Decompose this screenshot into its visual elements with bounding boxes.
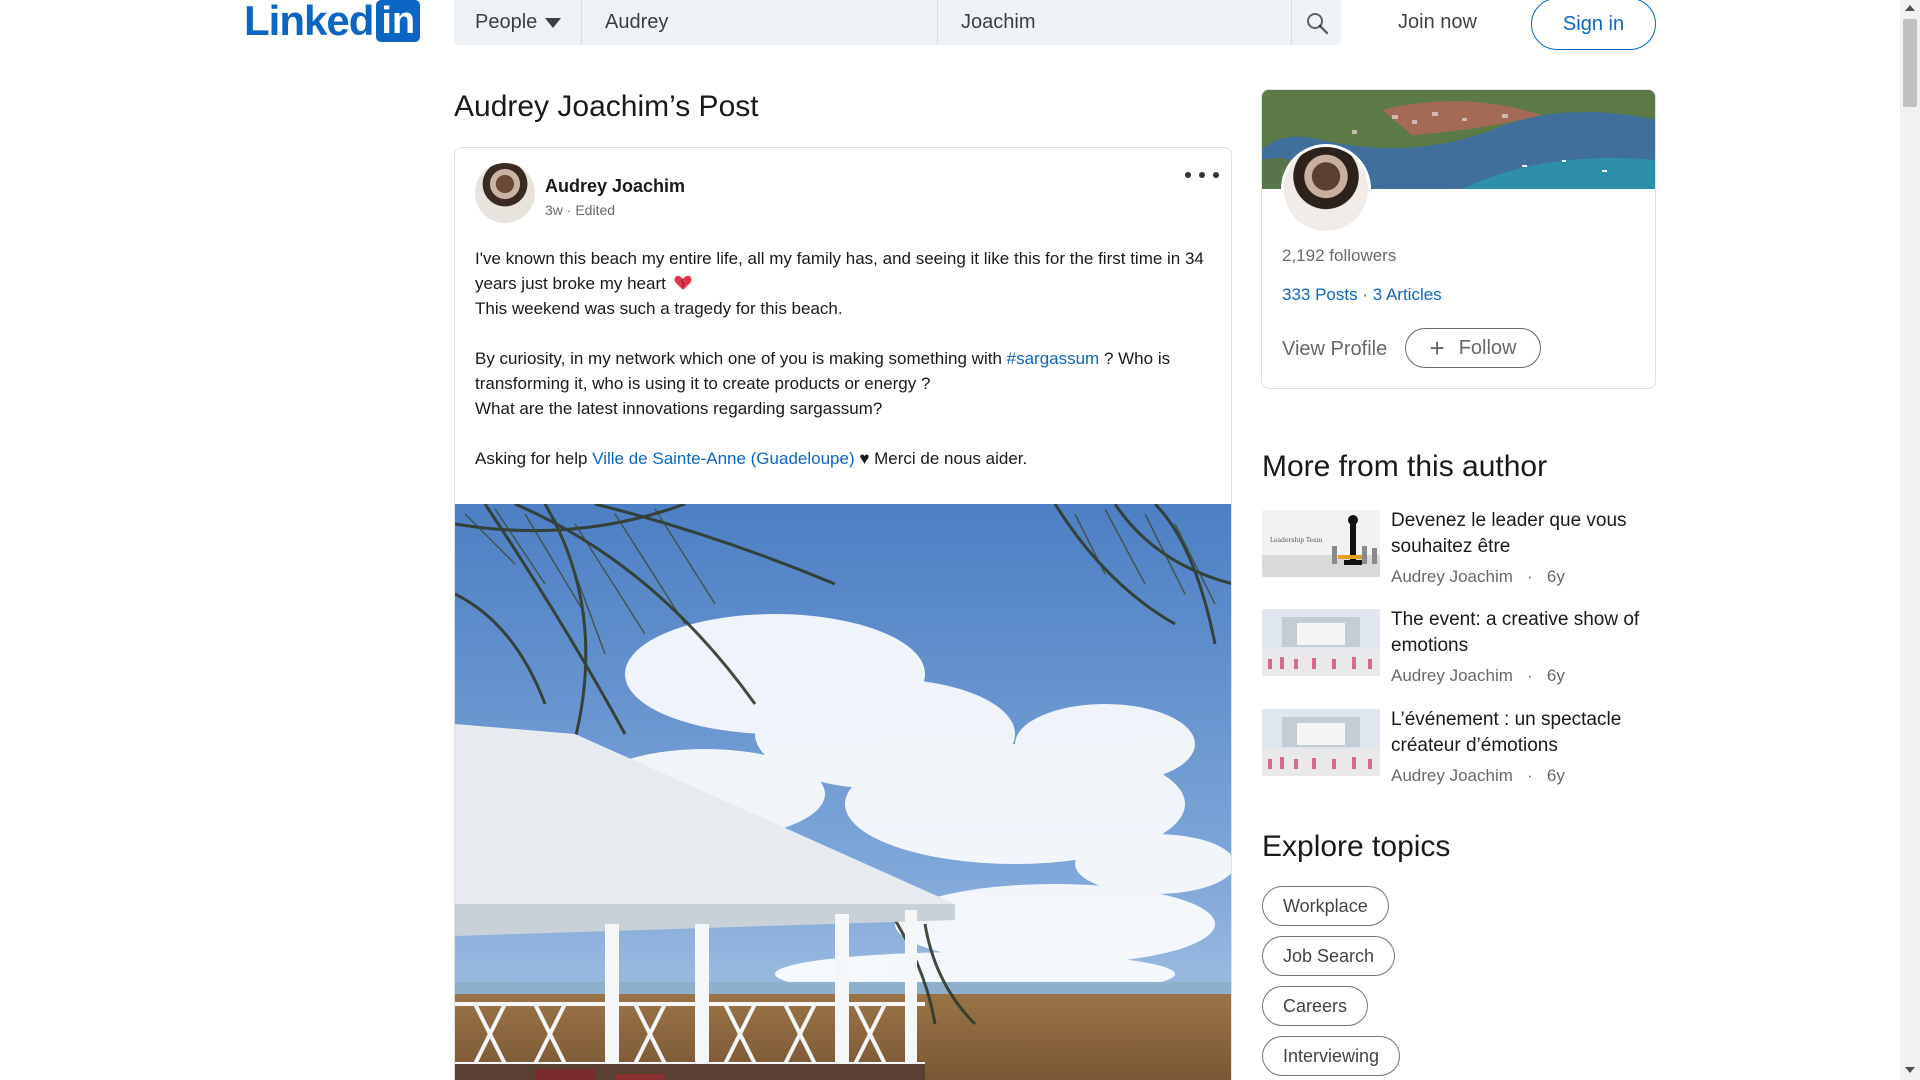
search-type-select[interactable]: People bbox=[454, 0, 582, 45]
post-line: I've known this beach my entire life, al… bbox=[475, 246, 1215, 296]
article-age: 6y bbox=[1546, 567, 1565, 586]
article-thumbnail bbox=[1262, 609, 1380, 676]
meta-separator: · bbox=[1517, 567, 1543, 586]
article-meta: Audrey Joachim · 6y bbox=[1391, 666, 1565, 686]
mention-link[interactable]: Ville de Sainte-Anne (Guadeloupe) bbox=[592, 449, 854, 468]
post-line-5-suffix: ♥ Merci de nous aider. bbox=[854, 449, 1028, 468]
article-thumbnail bbox=[1262, 709, 1380, 776]
search-type-label: People bbox=[475, 11, 538, 33]
plus-icon: + bbox=[1429, 333, 1445, 363]
search-icon bbox=[1306, 12, 1328, 34]
profile-avatar[interactable] bbox=[1281, 144, 1371, 234]
article-author: Audrey Joachim bbox=[1391, 766, 1513, 785]
join-now-link[interactable]: Join now bbox=[1398, 0, 1477, 45]
more-from-author-title: More from this author bbox=[1262, 450, 1548, 483]
topic-pill-workplace[interactable]: Workplace bbox=[1262, 886, 1389, 926]
article-title: Devenez le leader que vous souhaitez êtr… bbox=[1391, 510, 1627, 557]
author-name[interactable]: Audrey Joachim bbox=[545, 176, 685, 197]
svg-text:Leadership Team: Leadership Team bbox=[1270, 537, 1323, 544]
topic-pill-careers[interactable]: Careers bbox=[1262, 986, 1369, 1026]
post-line-5-prefix: Asking for help bbox=[475, 449, 593, 468]
article-title: L’événement : un spectacle créateur d’ém… bbox=[1391, 709, 1622, 756]
follow-label: Follow bbox=[1458, 336, 1517, 359]
view-profile-link[interactable]: View Profile bbox=[1282, 338, 1387, 361]
article-meta: Audrey Joachim · 6y bbox=[1391, 567, 1565, 587]
post-line-3: By curiosity, in my network which one of… bbox=[475, 346, 1215, 396]
post-card: Audrey Joachim 3w · Edited I've known th… bbox=[454, 147, 1232, 1080]
article-age: 6y bbox=[1546, 766, 1565, 785]
article-title: The event: a creative show of emotions bbox=[1391, 609, 1640, 656]
beach-photo bbox=[455, 504, 1231, 1080]
search-button[interactable] bbox=[1292, 0, 1341, 45]
follow-button[interactable]: + Follow bbox=[1405, 328, 1541, 368]
hashtag-link[interactable]: #sargassum bbox=[1007, 349, 1100, 368]
scroll-up-icon[interactable] bbox=[1905, 5, 1915, 11]
explore-topics-title: Explore topics bbox=[1262, 830, 1451, 863]
article-age: 6y bbox=[1546, 666, 1565, 685]
author-avatar[interactable] bbox=[475, 163, 535, 223]
heart-icon bbox=[674, 275, 692, 290]
meta-separator: · bbox=[1517, 666, 1543, 685]
scroll-down-icon[interactable] bbox=[1905, 1067, 1915, 1073]
article-meta: Audrey Joachim · 6y bbox=[1391, 766, 1565, 786]
post-line-2: This weekend was such a tragedy for this… bbox=[475, 299, 843, 318]
followers-count: 2,192 followers bbox=[1282, 246, 1397, 265]
post-line-5: Asking for help Ville de Sainte-Anne (Gu… bbox=[475, 446, 1215, 471]
more-icon-dot bbox=[1199, 172, 1205, 178]
posts-articles-link[interactable]: 333 Posts · 3 Articles bbox=[1282, 285, 1442, 305]
last-name-input[interactable]: Joachim bbox=[938, 0, 1292, 45]
linkedin-logo[interactable]: Linked in bbox=[244, 0, 421, 44]
article-author: Audrey Joachim bbox=[1391, 567, 1513, 586]
scroll-thumb[interactable] bbox=[1903, 19, 1917, 107]
post-line-1: I've known this beach my entire life, al… bbox=[475, 249, 1204, 293]
search-bar: People Audrey Joachim bbox=[454, 0, 1341, 45]
post-line-4: What are the latest innovations regardin… bbox=[475, 399, 883, 418]
sign-in-button[interactable]: Sign in bbox=[1531, 0, 1656, 50]
post-line-3-prefix: By curiosity, in my network which one of… bbox=[475, 349, 1007, 368]
article-author: Audrey Joachim bbox=[1391, 666, 1513, 685]
post-text: I've known this beach my entire life, al… bbox=[475, 246, 1215, 471]
article-thumbnail: Leadership Team bbox=[1262, 510, 1380, 577]
article-card[interactable]: The event: a creative show of emotions A… bbox=[1262, 609, 1656, 699]
page-scrollbar[interactable] bbox=[1900, 0, 1920, 1080]
post-image[interactable] bbox=[455, 504, 1231, 1080]
post-meta: 3w · Edited bbox=[545, 202, 616, 218]
page-title: Audrey Joachim’s Post bbox=[454, 90, 759, 123]
topic-pill-job-search[interactable]: Job Search bbox=[1262, 936, 1396, 976]
profile-card: 2,192 followers 333 Posts · 3 Articles V… bbox=[1261, 89, 1656, 389]
first-name-input[interactable]: Audrey bbox=[582, 0, 938, 45]
logo-box: in bbox=[376, 0, 421, 42]
article-card[interactable]: L’événement : un spectacle créateur d’ém… bbox=[1262, 709, 1656, 799]
more-options-button[interactable] bbox=[1185, 164, 1219, 186]
logo-text: Linked bbox=[244, 0, 374, 44]
article-card[interactable]: Leadership Team Devenez le leader que vo… bbox=[1262, 510, 1656, 600]
topic-pill-interviewing[interactable]: Interviewing bbox=[1262, 1036, 1401, 1076]
more-icon bbox=[1185, 172, 1191, 178]
caret-down-icon bbox=[545, 17, 562, 28]
meta-separator: · bbox=[1517, 766, 1543, 785]
more-icon-dot bbox=[1213, 172, 1219, 178]
